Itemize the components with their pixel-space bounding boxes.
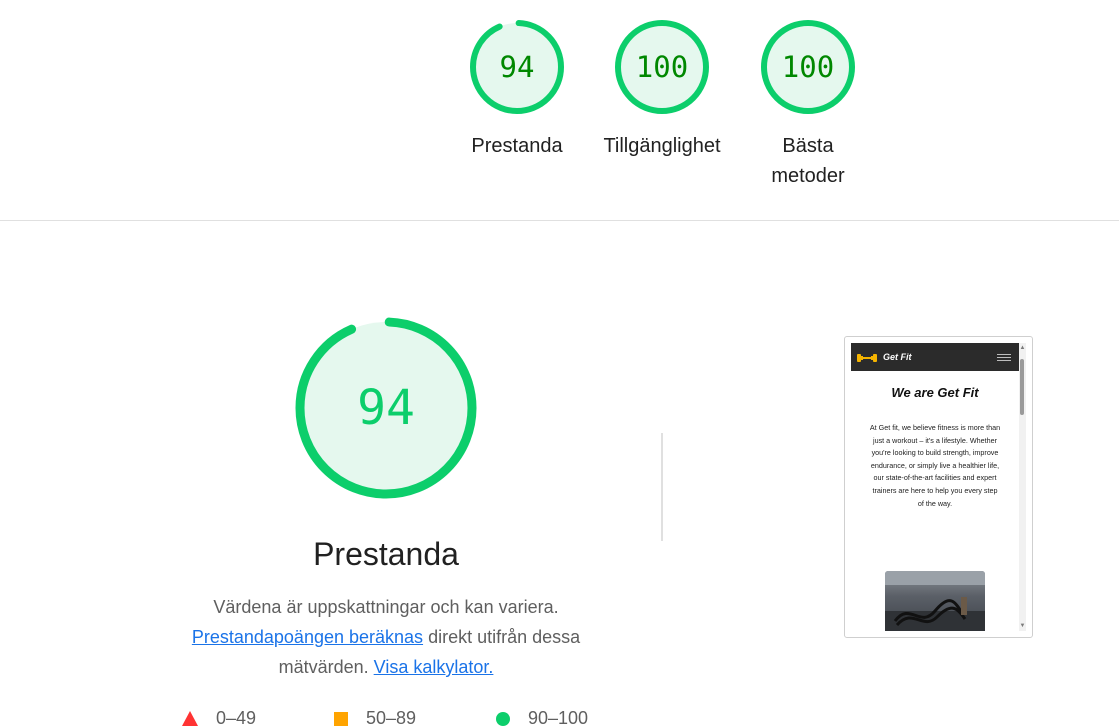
gauge-best-practices[interactable]: 100 Bästa metoder	[738, 18, 878, 191]
performance-score: 94	[357, 380, 415, 436]
site-body-text: At Get fit, we believe fitness is more t…	[869, 423, 1001, 508]
gym-photo	[885, 571, 985, 631]
gauge-label: Tillgänglighet	[603, 135, 721, 157]
performance-description: Värdena är uppskattningar och kan varier…	[176, 592, 596, 682]
thumbnail-scrollbar[interactable]: ▲ ▼	[1019, 343, 1026, 631]
lighthouse-report: 94 Prestanda 100 Tillgänglighet 100 Bäst…	[0, 0, 1119, 728]
gauge-label: Bästa metoder	[738, 131, 878, 191]
gauge-ring: 100	[615, 20, 709, 114]
circle-icon	[496, 711, 510, 726]
gauge-label-line1: Bästa	[782, 135, 834, 157]
page-screenshot-thumbnail[interactable]: Get Fit We are Get Fit At Get fit, we be…	[844, 336, 1033, 638]
vertical-divider	[661, 433, 663, 541]
performance-gauge: 94	[294, 316, 478, 505]
legend-fail: 0–49	[182, 708, 256, 728]
triangle-icon	[182, 711, 198, 726]
score-calculation-link[interactable]: Prestandapoängen beräknas	[192, 627, 423, 647]
legend-pass: 90–100	[496, 708, 588, 728]
dumbbell-icon	[857, 351, 877, 363]
scroll-thumb[interactable]	[1020, 359, 1024, 415]
site-heading: We are Get Fit	[891, 385, 979, 400]
gauge-accessibility[interactable]: 100 Tillgänglighet	[592, 18, 732, 161]
performance-title: Prestanda	[313, 536, 459, 572]
performance-gauge-ring: 94	[295, 317, 477, 499]
gauge-label-line2: metoder	[771, 165, 845, 187]
gauge-score: 100	[636, 50, 688, 84]
gauge-performance[interactable]: 94 Prestanda	[447, 18, 587, 161]
hamburger-menu-icon	[997, 353, 1011, 361]
square-icon	[334, 711, 348, 726]
calculator-link[interactable]: Visa kalkylator.	[374, 657, 494, 677]
section-divider	[0, 220, 1119, 221]
gauge-ring: 94	[470, 20, 564, 114]
legend-range: 0–49	[216, 708, 257, 728]
legend-range: 50–89	[366, 708, 417, 728]
legend-range: 90–100	[528, 708, 589, 728]
gauge-label: Prestanda	[471, 135, 563, 157]
gauge-score: 100	[782, 50, 834, 84]
mobile-viewport: Get Fit We are Get Fit At Get fit, we be…	[851, 343, 1019, 631]
legend-average: 50–89	[334, 708, 416, 728]
scroll-down-arrow-icon[interactable]: ▼	[1019, 622, 1026, 630]
gauge-score: 94	[500, 50, 535, 84]
scroll-up-arrow-icon[interactable]: ▲	[1019, 344, 1026, 352]
site-brand: Get Fit	[883, 352, 912, 362]
desc-text-1: Värdena är uppskattningar och kan varier…	[213, 597, 559, 617]
site-navbar: Get Fit	[851, 343, 1019, 371]
gauge-ring: 100	[761, 20, 855, 114]
